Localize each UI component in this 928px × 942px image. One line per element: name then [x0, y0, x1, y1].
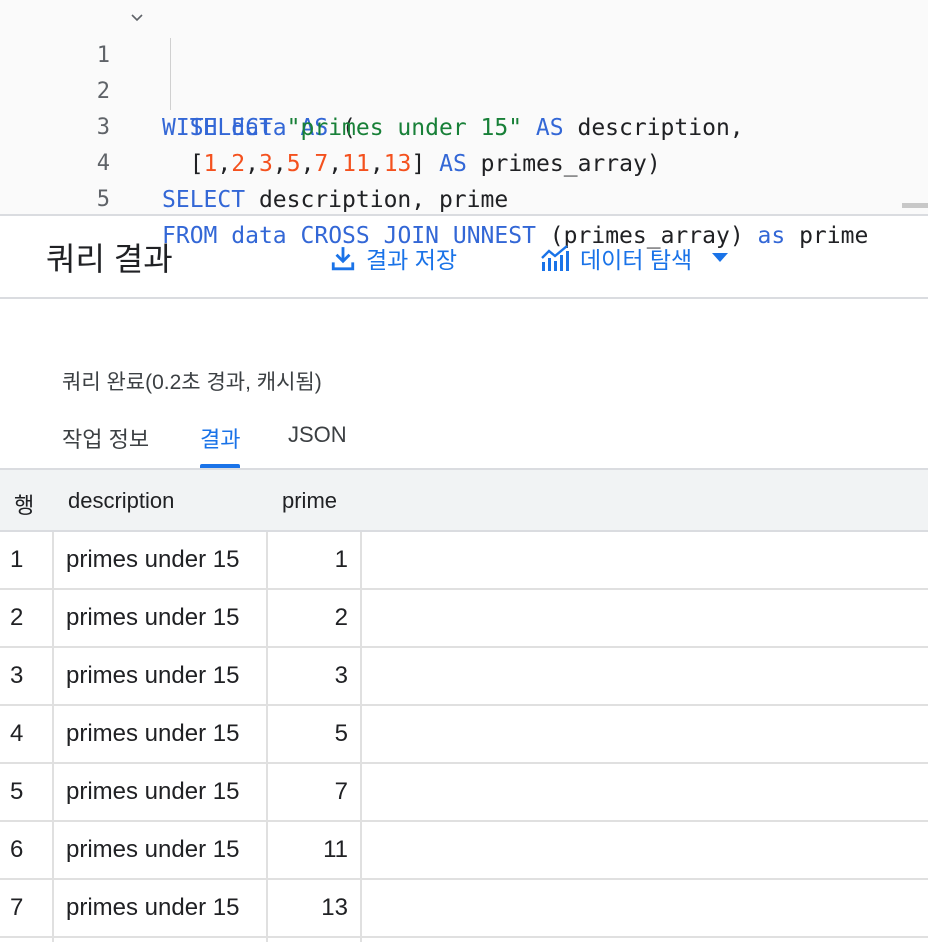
chart-explore-icon: [541, 245, 569, 271]
results-header: 쿼리 결과 결과 저장 데이터 탐색: [0, 216, 928, 298]
query-status: 쿼리 완료(0.2초 경과, 캐시됨): [62, 371, 322, 394]
row-number: 2: [10, 604, 24, 631]
prime-cell[interactable]: 13: [268, 880, 348, 936]
divider: [0, 297, 928, 299]
save-results-label: 결과 저장: [366, 247, 458, 273]
explore-data-label: 데이터 탐색: [580, 247, 693, 273]
description-cell[interactable]: primes under 15: [66, 880, 266, 936]
description-cell[interactable]: primes under 15: [66, 648, 266, 704]
description-cell[interactable]: primes under 15: [66, 764, 266, 820]
explore-data-button[interactable]: 데이터 탐색: [540, 238, 729, 278]
table-row[interactable]: 2 primes under 15 2: [0, 590, 928, 648]
horizontal-scrollbar[interactable]: [902, 203, 928, 208]
row-number: 3: [10, 662, 24, 689]
code-text: SELECT description, prime: [162, 182, 508, 218]
tab-json[interactable]: JSON: [288, 422, 347, 468]
table-row[interactable]: 3 primes under 15 3: [0, 648, 928, 706]
row-number: 5: [10, 778, 24, 805]
column-header-prime[interactable]: prime: [282, 488, 337, 514]
prime-cell[interactable]: 5: [268, 706, 348, 762]
column-divider: [52, 532, 54, 942]
row-number: 6: [10, 836, 24, 863]
code-token: description, prime: [245, 187, 509, 213]
code-line[interactable]: 2 SELECT "primes under 15" AS descriptio…: [0, 38, 928, 141]
results-tabs: 작업 정보 결과 JSON: [0, 416, 928, 468]
prime-cell[interactable]: 3: [268, 648, 348, 704]
code-line[interactable]: 1 WITH data AS (: [0, 2, 928, 141]
results-title: 쿼리 결과: [46, 241, 173, 277]
table-row[interactable]: 6 primes under 15 11: [0, 822, 928, 880]
code-line[interactable]: 3 [1,2,3,5,7,11,13] AS primes_array): [0, 74, 928, 177]
prime-cell[interactable]: 1: [268, 532, 348, 588]
tab-results[interactable]: 결과: [200, 422, 240, 468]
table-header: 행 description prime: [0, 470, 928, 532]
description-cell[interactable]: primes under 15: [66, 532, 266, 588]
table-row[interactable]: 1 primes under 15 1: [0, 532, 928, 590]
table-row[interactable]: 7 primes under 15 13: [0, 880, 928, 938]
code-line[interactable]: 4 SELECT description, prime: [0, 110, 928, 213]
column-header-description[interactable]: description: [68, 488, 174, 514]
prime-cell[interactable]: 7: [268, 764, 348, 820]
save-results-button[interactable]: 결과 저장: [330, 238, 457, 278]
dropdown-arrow-icon[interactable]: [712, 253, 729, 263]
sql-editor[interactable]: 1 WITH data AS ( 2 SELECT "primes under …: [0, 0, 928, 249]
fold-chevron-icon[interactable]: [131, 12, 143, 24]
column-divider: [360, 532, 362, 942]
description-cell[interactable]: primes under 15: [66, 822, 266, 878]
table-row[interactable]: 4 primes under 15 5: [0, 706, 928, 764]
column-header-row[interactable]: 행: [14, 488, 34, 520]
description-cell[interactable]: primes under 15: [66, 590, 266, 646]
code-token: SELECT: [162, 187, 246, 213]
download-icon: [331, 247, 355, 271]
row-number: 1: [10, 546, 24, 573]
tab-job-info[interactable]: 작업 정보: [62, 422, 149, 468]
row-number: 7: [10, 894, 24, 921]
prime-cell[interactable]: 2: [268, 590, 348, 646]
code-line[interactable]: 5 FROM data CROSS JOIN UNNEST (primes_ar…: [0, 146, 928, 249]
prime-cell[interactable]: 11: [268, 822, 348, 878]
row-number: 4: [10, 720, 24, 747]
table-row[interactable]: 5 primes under 15 7: [0, 764, 928, 822]
description-cell[interactable]: primes under 15: [66, 706, 266, 762]
line-number: 5: [96, 187, 110, 212]
column-divider: [266, 532, 268, 942]
